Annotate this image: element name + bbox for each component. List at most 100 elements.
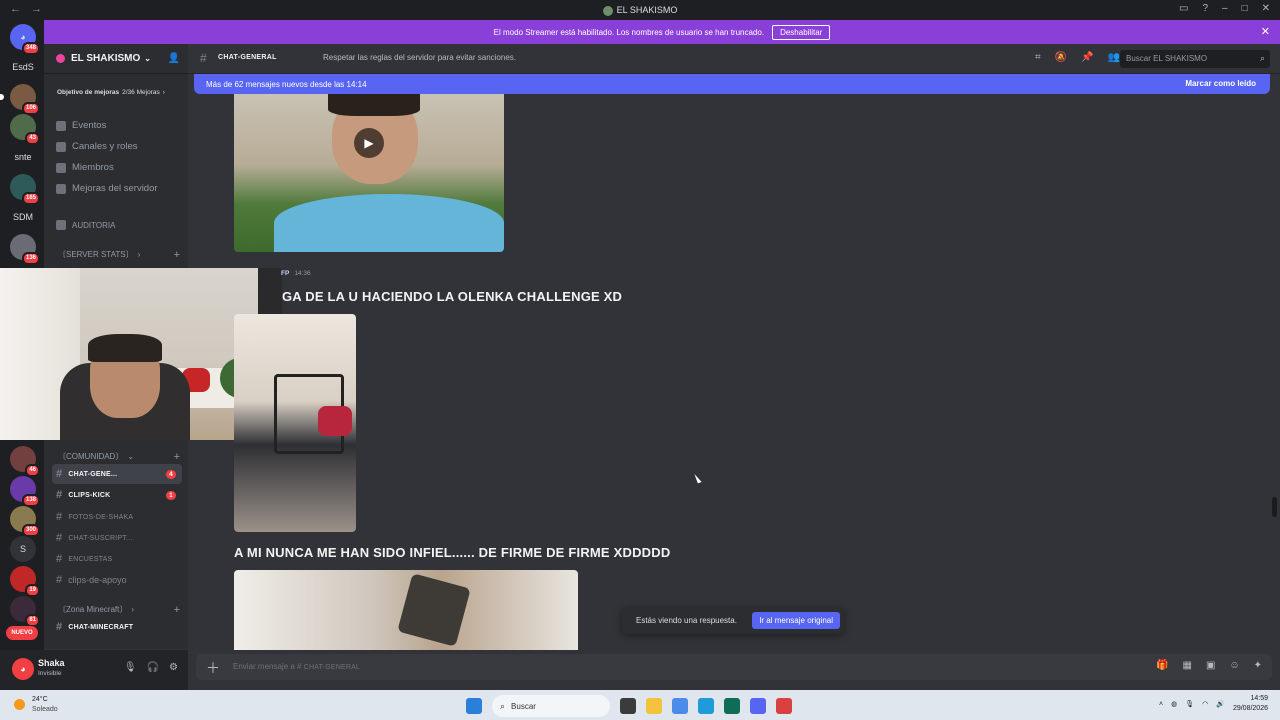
menu-miembros[interactable]: Miembros	[56, 162, 114, 173]
inbox-icon[interactable]: ▭	[1179, 3, 1188, 14]
pin-icon[interactable]: 📌	[1081, 52, 1093, 63]
add-channel-icon[interactable]: +	[174, 604, 180, 616]
server-icon[interactable]: 81	[10, 596, 40, 627]
add-attachment-icon[interactable]: ＋	[206, 658, 220, 678]
volume-icon[interactable]: 🔊	[1216, 700, 1225, 708]
taskbar-search[interactable]: ⌕ Buscar	[492, 695, 610, 717]
new-servers-pill[interactable]: NUEVO	[6, 626, 38, 640]
server-s[interactable]: S	[10, 536, 36, 562]
app-icon[interactable]	[724, 698, 740, 714]
member-list-icon[interactable]: 👥	[1108, 52, 1120, 63]
server-icon[interactable]: 136	[10, 234, 40, 265]
minimize-icon[interactable]: –	[1222, 3, 1228, 14]
channel-chat-minecraft[interactable]: # CHAT-MINECRAFT	[52, 617, 182, 637]
channel-chat-general[interactable]: # CHAT-GENE... 4	[52, 464, 182, 484]
server-icon[interactable]: 106	[0, 84, 40, 115]
network-icon[interactable]: ◍	[1171, 700, 1177, 708]
category-comunidad[interactable]: 〔COMUNIDAD〕 ⌄ +	[58, 451, 180, 463]
server-icon[interactable]: 19	[10, 566, 40, 597]
message-composer[interactable]: ＋ Enviar mensaje a # CHAT-GENERAL 🎁 ▦ ▣ …	[196, 654, 1272, 680]
emoji-icon[interactable]: ☺	[1229, 660, 1239, 671]
server-sdm[interactable]: SDM	[10, 204, 36, 230]
search-icon: ⌕	[500, 700, 506, 711]
hashtag-icon: #	[56, 553, 63, 565]
close-window-icon[interactable]: ✕	[1262, 3, 1270, 14]
server-icon[interactable]: 300	[10, 506, 40, 537]
hashtag-icon: #	[56, 489, 63, 501]
copilot-icon[interactable]	[672, 698, 688, 714]
gif-icon[interactable]: ▦	[1182, 660, 1191, 671]
discord-home-icon[interactable]: ◕ 348	[10, 24, 40, 55]
server-snte[interactable]: snte	[10, 144, 36, 170]
disable-streamer-button[interactable]: Deshabilitar	[772, 24, 831, 40]
jump-to-original-button[interactable]: Ir al mensaje original	[752, 612, 840, 629]
video-attachment[interactable]	[234, 314, 356, 532]
edge-icon[interactable]	[698, 698, 714, 714]
menu-canales-roles[interactable]: Canales y roles	[56, 141, 137, 152]
channel-encuestas[interactable]: # ENCUESTAS	[52, 549, 182, 569]
discord-icon[interactable]	[750, 698, 766, 714]
message-text: A MI NUNCA ME HAN SIDO INFIEL...... DE F…	[234, 545, 671, 560]
user-panel: ◕ Shaka Invisible 🎙 🎧 ⚙	[0, 650, 188, 690]
members-icon	[56, 162, 66, 173]
sticker-icon[interactable]: ▣	[1206, 660, 1215, 671]
play-icon[interactable]: ▶	[354, 128, 384, 158]
channel-auditoria[interactable]: AUDITORIA	[56, 220, 115, 230]
menu-mejoras[interactable]: Mejoras del servidor	[56, 183, 158, 194]
hashtag-icon: #	[56, 621, 63, 633]
boost-goal[interactable]: Objetivo de mejoras 2/36 Mejoras ›	[52, 84, 180, 100]
avatar[interactable]: ◕	[12, 658, 34, 680]
hashtag-icon: #	[200, 51, 207, 65]
wifi-icon[interactable]: ◠	[1202, 700, 1208, 708]
threads-icon[interactable]: ⌗	[1035, 52, 1041, 63]
channel-clips-de-apoyo[interactable]: # clips-de-apoyo	[52, 570, 182, 590]
chevron-right-icon: ›	[162, 88, 165, 96]
mark-as-read-button[interactable]: Marcar como leído	[1185, 79, 1256, 88]
close-banner-icon[interactable]: ✕	[1261, 25, 1270, 38]
start-icon[interactable]	[466, 698, 482, 714]
server-esds[interactable]: EsdS	[10, 54, 36, 80]
help-icon[interactable]: ?	[1202, 3, 1208, 14]
server-icon[interactable]: 46	[10, 446, 40, 477]
message-list: ▶ FP 14:36 GA DE LA U HACIENDO LA OLENKA…	[188, 94, 1272, 650]
task-view-icon[interactable]	[620, 698, 636, 714]
clock[interactable]: 14:59 29/08/2026	[1233, 694, 1268, 714]
server-avatar-icon	[602, 5, 613, 16]
headphones-icon[interactable]: 🎧	[147, 662, 159, 673]
app-icon[interactable]	[776, 698, 792, 714]
hashtag-icon: #	[56, 532, 63, 544]
microphone-icon[interactable]: 🎙	[124, 662, 137, 673]
file-explorer-icon[interactable]	[646, 698, 662, 714]
maximize-icon[interactable]: □	[1242, 3, 1248, 14]
new-messages-bar[interactable]: Más de 62 mensajes nuevos desde las 14:1…	[194, 74, 1270, 94]
hashtag-icon: #	[56, 511, 63, 523]
category-zona-minecraft[interactable]: 〔Zona Minecraft〕 › +	[58, 604, 180, 616]
chevron-right-icon: ›	[131, 605, 135, 614]
microphone-icon[interactable]: 🎙	[1185, 700, 1194, 708]
notifications-muted-icon[interactable]: 🔕	[1055, 52, 1067, 63]
guild-header[interactable]: EL SHAKISMO ⌄ 👤	[44, 44, 188, 74]
gift-icon[interactable]: 🎁	[1156, 660, 1168, 671]
channel-chat-suscriptores[interactable]: # CHAT-SUSCRIPT...	[52, 528, 182, 548]
gear-icon[interactable]: ⚙	[169, 662, 178, 673]
server-icon[interactable]: 138	[10, 476, 40, 507]
menu-eventos[interactable]: Eventos	[56, 120, 106, 131]
scrollbar-thumb[interactable]	[1272, 497, 1277, 517]
video-attachment[interactable]	[234, 570, 578, 650]
list-icon	[56, 141, 66, 152]
server-icon[interactable]: 43	[10, 114, 40, 145]
chevron-down-icon: ⌄	[127, 452, 135, 461]
category-server-stats[interactable]: 〔SERVER STATS〕 › +	[58, 249, 180, 261]
guild-boost-icon	[56, 54, 65, 63]
server-icon[interactable]: 165	[10, 174, 40, 205]
channel-fotos-de-shaka[interactable]: # FOTOS-DE-SHAKA	[52, 507, 182, 527]
window-titlebar: ← → EL SHAKISMO ▭ ? – □ ✕	[0, 0, 1280, 20]
search-input[interactable]: Buscar EL SHAKISMO ⌕	[1120, 50, 1270, 68]
add-channel-icon[interactable]: +	[174, 451, 180, 463]
video-attachment[interactable]: ▶	[234, 94, 504, 252]
apps-icon[interactable]: ✦	[1254, 660, 1262, 671]
channel-clips-kick[interactable]: # CLIPS-KICK 1	[52, 485, 182, 505]
chevron-up-icon[interactable]: ˄	[1159, 701, 1163, 708]
invite-user-icon[interactable]: 👤	[168, 53, 180, 64]
add-channel-icon[interactable]: +	[174, 249, 180, 261]
